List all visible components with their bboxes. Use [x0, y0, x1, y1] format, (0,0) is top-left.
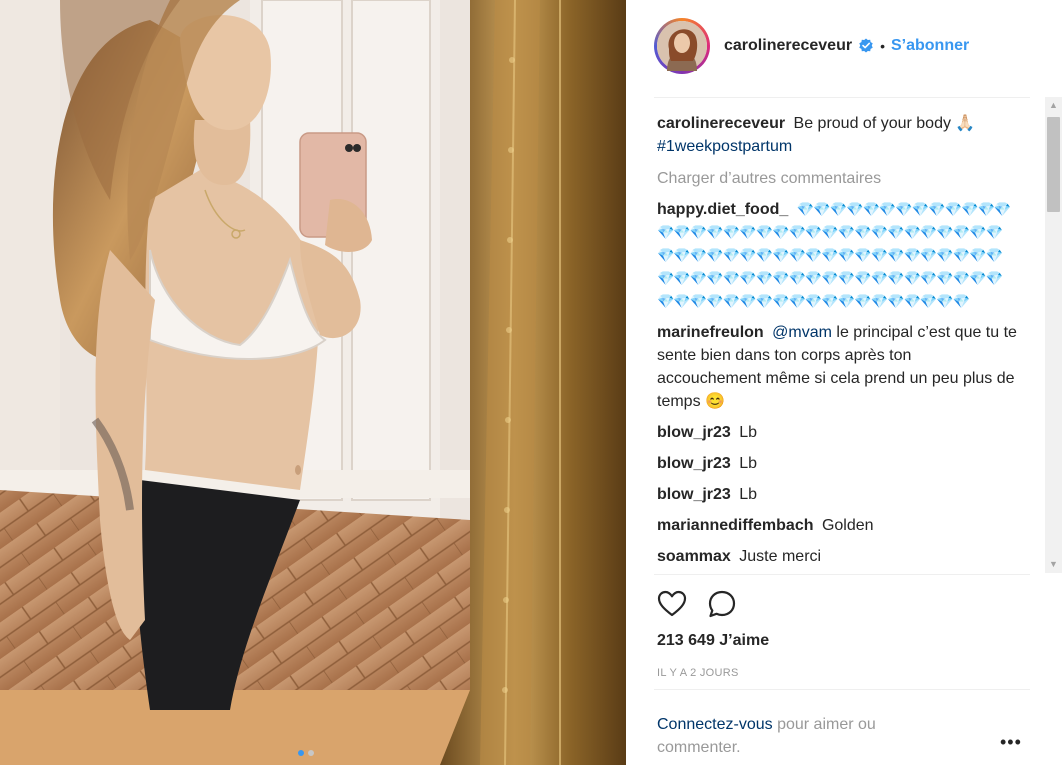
- carousel-indicator: [298, 750, 314, 756]
- comment-username[interactable]: happy.diet_food_: [657, 201, 788, 218]
- comment-text: Golden: [821, 517, 874, 534]
- verified-badge-icon: [859, 38, 873, 53]
- comment-text: Juste merci: [739, 548, 822, 565]
- comment-text: Lb: [739, 424, 758, 441]
- login-prompt: Connectez-vous pour aimer ou commenter.: [657, 713, 957, 759]
- footer-divider: [654, 689, 1030, 690]
- comment-username[interactable]: marinefreulon: [657, 324, 764, 341]
- comment-item: blow_jr23 Lb: [657, 421, 1017, 444]
- comment-text: Lb: [739, 455, 758, 472]
- comment-username[interactable]: soammax: [657, 548, 731, 565]
- carousel-dot-1[interactable]: [298, 750, 304, 756]
- avatar[interactable]: [654, 18, 710, 74]
- follow-button[interactable]: S’abonner: [891, 37, 969, 55]
- post-timestamp[interactable]: IL Y A 2 JOURS: [657, 667, 739, 679]
- comment-username[interactable]: blow_jr23: [657, 455, 731, 472]
- post-header: carolinereceveur • S’abonner: [654, 14, 1030, 78]
- comments-list[interactable]: carolinereceveur Be proud of your body 🙏…: [657, 112, 1017, 574]
- comment-username[interactable]: blow_jr23: [657, 486, 731, 503]
- more-options-icon[interactable]: •••: [1000, 732, 1022, 753]
- caption-text: Be proud of your body 🙏🏻: [793, 115, 976, 132]
- comment-text: Lb: [739, 486, 758, 503]
- comment-item: blow_jr23 Lb: [657, 452, 1017, 475]
- scrollbar-thumb[interactable]: [1047, 117, 1060, 212]
- profile-photo: [657, 21, 707, 71]
- comment-username[interactable]: mariannediffembach: [657, 517, 813, 534]
- comments-divider: [654, 574, 1030, 575]
- comment-item: soammax Juste merci: [657, 545, 1017, 568]
- caption-hashtag[interactable]: #1weekpostpartum: [657, 138, 792, 155]
- likes-count[interactable]: 213 649 J’aime: [657, 632, 769, 650]
- header-divider: [654, 97, 1030, 98]
- comment-item: mariannediffembach Golden: [657, 514, 1017, 537]
- comment-username[interactable]: blow_jr23: [657, 424, 731, 441]
- mirror-selfie-image: [0, 0, 626, 765]
- scroll-down-arrow-icon[interactable]: ▼: [1045, 556, 1062, 573]
- comment-bubble-icon[interactable]: [706, 588, 738, 620]
- comments-scrollbar[interactable]: ▲ ▼: [1045, 97, 1062, 573]
- heart-outline-icon[interactable]: [656, 588, 688, 620]
- comment-mention[interactable]: @mvam: [772, 324, 832, 341]
- scroll-up-arrow-icon[interactable]: ▲: [1045, 97, 1062, 114]
- post-side-panel: carolinereceveur • S’abonner carolinerec…: [626, 0, 1062, 765]
- caption: carolinereceveur Be proud of your body 🙏…: [657, 112, 1017, 158]
- login-link[interactable]: Connectez-vous: [657, 716, 773, 733]
- comment-item: blow_jr23 Lb: [657, 483, 1017, 506]
- comment-item: happy.diet_food_ 💎💎💎💎💎💎💎💎💎💎💎💎💎💎💎💎💎💎💎💎💎💎💎…: [657, 198, 1017, 313]
- comment-item: marinefreulon @mvam le principal c’est q…: [657, 321, 1017, 413]
- header-separator: •: [880, 38, 885, 54]
- carousel-dot-2[interactable]: [308, 750, 314, 756]
- caption-username[interactable]: carolinereceveur: [657, 115, 785, 132]
- action-bar: [656, 588, 738, 620]
- load-more-comments-button[interactable]: Charger d’autres commentaires: [657, 167, 1017, 190]
- post-photo[interactable]: [0, 0, 626, 765]
- username-link[interactable]: carolinereceveur: [724, 37, 852, 55]
